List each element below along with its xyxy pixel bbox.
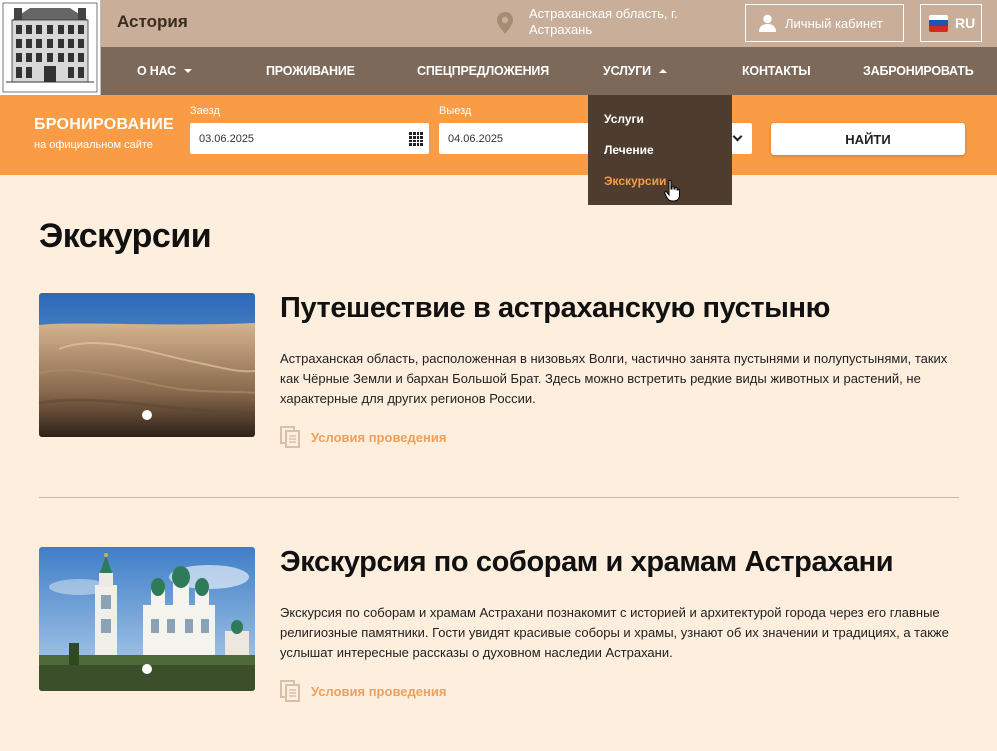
conditions-link[interactable]: Условия проведения: [280, 680, 446, 702]
page-title: Экскурсии: [39, 217, 212, 255]
nav-about[interactable]: О НАС: [137, 47, 192, 95]
nav-book[interactable]: ЗАБРОНИРОВАТЬ: [863, 47, 974, 95]
location-text: Астраханская область, г. Астрахань: [529, 6, 678, 37]
document-icon: [280, 426, 300, 448]
conditions-link[interactable]: Условия проведения: [280, 426, 446, 448]
user-icon: [759, 14, 776, 32]
personal-cabinet-label: Личный кабинет: [785, 15, 883, 31]
slider-dot[interactable]: [142, 664, 152, 674]
checkin-date-field[interactable]: 03.06.2025: [190, 123, 429, 154]
nav-book-label: ЗАБРОНИРОВАТЬ: [863, 64, 974, 78]
hotel-name[interactable]: Астория: [117, 12, 188, 32]
booking-bar: БРОНИРОВАНИЕ на официальном сайте Заезд …: [0, 95, 997, 175]
nav-living[interactable]: ПРОЖИВАНИЕ: [266, 47, 355, 95]
nav-living-label: ПРОЖИВАНИЕ: [266, 64, 355, 78]
checkout-label: Выезд: [439, 105, 472, 117]
nav-offers[interactable]: СПЕЦПРЕДЛОЖЕНИЯ: [417, 47, 549, 95]
slider-dot[interactable]: [142, 410, 152, 420]
personal-cabinet-button[interactable]: Личный кабинет: [745, 4, 904, 42]
checkout-date-field[interactable]: 04.06.2025: [439, 123, 599, 154]
nav-services[interactable]: УСЛУГИ: [603, 47, 667, 95]
nav-contacts-label: КОНТАКТЫ: [742, 64, 811, 78]
caret-down-icon: [183, 69, 192, 73]
excursion-description: Астраханская область, расположенная в ни…: [280, 351, 948, 406]
language-switcher[interactable]: RU: [920, 4, 982, 42]
booking-subtitle: на официальном сайте: [34, 139, 153, 151]
desert-excursion-image[interactable]: [39, 293, 255, 437]
dropdown-item-treatment[interactable]: Лечение: [604, 143, 654, 157]
services-dropdown: Услуги Лечение Экскурсии: [588, 95, 732, 205]
find-button[interactable]: НАЙТИ: [771, 123, 965, 155]
chevron-down-icon: [732, 131, 742, 142]
checkin-label: Заезд: [190, 105, 220, 117]
dropdown-item-services[interactable]: Услуги: [604, 112, 644, 126]
booking-title: БРОНИРОВАНИЕ: [34, 116, 175, 133]
checkout-value: 04.06.2025: [448, 132, 504, 145]
dropdown-item-excursions[interactable]: Экскурсии: [604, 174, 666, 188]
excursion-title[interactable]: Путешествие в астраханскую пустыню: [280, 292, 830, 325]
conditions-link-label: Условия проведения: [311, 429, 447, 445]
top-bar: Астория Астраханская область, г. Астраха…: [0, 0, 997, 47]
hotel-building-logo-image: [0, 0, 100, 95]
caret-up-icon: [658, 69, 667, 73]
section-divider: [39, 497, 959, 498]
nav-contacts[interactable]: КОНТАКТЫ: [742, 47, 811, 95]
hand-pointer-cursor-icon: [664, 180, 680, 202]
location-pin-icon: [497, 12, 513, 34]
nav-offers-label: СПЕЦПРЕДЛОЖЕНИЯ: [417, 64, 550, 78]
language-label: RU: [955, 15, 976, 31]
hotel-logo[interactable]: [0, 0, 101, 95]
nav-services-label: УСЛУГИ: [603, 64, 651, 78]
excursion-title[interactable]: Экскурсия по соборам и храмам Астрахани: [280, 546, 894, 579]
excursion-description: Экскурсия по соборам и храмам Астрахани …: [280, 605, 949, 660]
checkin-value: 03.06.2025: [199, 132, 255, 145]
calendar-icon[interactable]: [409, 132, 423, 146]
nav-about-label: О НАС: [137, 64, 176, 78]
conditions-link-label: Условия проведения: [311, 683, 447, 699]
russia-flag-icon: [929, 14, 948, 32]
cathedrals-excursion-image[interactable]: [39, 547, 255, 691]
document-icon: [280, 680, 300, 702]
main-navigation: О НАС ПРОЖИВАНИЕ СПЕЦПРЕДЛОЖЕНИЯ УСЛУГИ …: [0, 47, 997, 95]
